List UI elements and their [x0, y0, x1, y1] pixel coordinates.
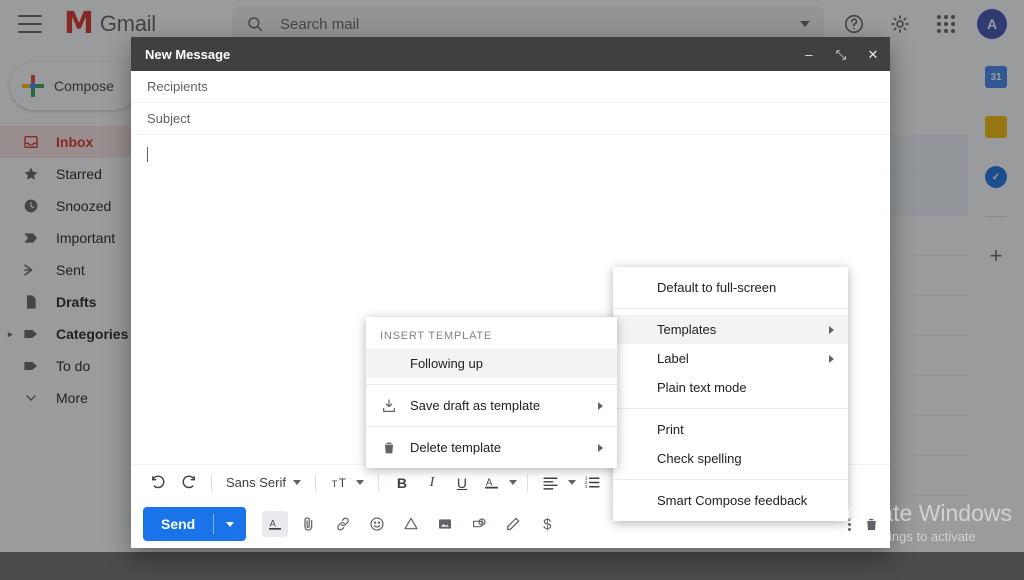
menu-item-templates[interactable]: Templates: [613, 315, 848, 344]
menu-item-label: Print: [657, 422, 684, 437]
menu-item-plain-text-mode[interactable]: Plain text mode: [613, 373, 848, 402]
send-options-button[interactable]: [214, 521, 246, 527]
submenu-arrow-icon: [598, 401, 603, 410]
chevron-down-icon: [292, 480, 301, 485]
subject-placeholder: Subject: [147, 111, 191, 126]
italic-button[interactable]: I: [419, 469, 445, 497]
menu-item-print[interactable]: Print: [613, 415, 848, 444]
chevron-down-icon[interactable]: [508, 480, 517, 485]
text-cursor: [147, 147, 148, 162]
submenu-arrow-icon: [829, 325, 834, 334]
divider: [366, 426, 617, 427]
gmail-screen: M Gmail Search mail A Compose Inbox Star…: [0, 0, 1024, 580]
svg-text:A: A: [486, 477, 493, 488]
insert-signature-icon[interactable]: [500, 511, 526, 537]
formatting-options-icon[interactable]: A: [262, 511, 289, 537]
compose-footer-right: [848, 516, 880, 533]
svg-text:T: T: [332, 479, 338, 489]
submenu-arrow-icon: [829, 354, 834, 363]
menu-item-check-spelling[interactable]: Check spelling: [613, 444, 848, 473]
chevron-down-icon: [226, 521, 235, 527]
menu-item-label: Check spelling: [657, 451, 742, 466]
svg-text:A: A: [270, 519, 277, 529]
divider: [314, 473, 316, 492]
insert-emoji-icon[interactable]: [364, 511, 390, 537]
menu-item-label: Smart Compose feedback: [657, 493, 808, 508]
minimize-button[interactable]: –: [802, 47, 816, 61]
bold-button[interactable]: B: [389, 469, 415, 497]
send-button[interactable]: Send: [143, 507, 247, 541]
font-size-selector[interactable]: TT: [326, 474, 368, 491]
compose-title: New Message: [145, 46, 231, 62]
menu-item-label: Delete template: [410, 440, 502, 455]
svg-text:T: T: [339, 476, 347, 490]
template-following-up[interactable]: Following up: [366, 349, 617, 378]
send-button-label: Send: [161, 516, 196, 532]
insert-money-icon[interactable]: $: [534, 511, 560, 537]
templates-submenu: INSERT TEMPLATE Following up Save draft …: [366, 317, 617, 468]
kebab-more-options-icon[interactable]: [848, 517, 851, 531]
compose-more-options-menu: Default to full-screen Templates Label P…: [613, 267, 848, 521]
subject-field[interactable]: Subject: [131, 103, 890, 135]
undo-button[interactable]: [145, 469, 171, 497]
google-drive-icon[interactable]: [398, 511, 424, 537]
menu-item-label: Following up: [410, 356, 483, 371]
divider: [613, 308, 848, 309]
divider: [613, 408, 848, 409]
divider: [211, 473, 212, 492]
font-family-selector[interactable]: Sans Serif: [222, 475, 305, 490]
recipients-placeholder: Recipients: [147, 79, 208, 94]
menu-item-label: Default to full-screen: [657, 280, 777, 295]
menu-item-label: Templates: [657, 322, 717, 337]
confidential-mode-icon[interactable]: [466, 511, 492, 537]
font-family-label: Sans Serif: [226, 475, 286, 490]
divider: [366, 384, 617, 385]
insert-link-icon[interactable]: [330, 511, 356, 537]
exit-full-screen-button[interactable]: ⤡: [834, 47, 848, 61]
numbered-list-button[interactable]: 123: [580, 469, 606, 497]
chevron-down-icon[interactable]: [567, 480, 576, 485]
redo-button[interactable]: [175, 469, 201, 497]
submenu-arrow-icon: [598, 443, 603, 452]
divider: [613, 479, 848, 480]
divider: [377, 473, 379, 492]
menu-item-label: Plain text mode: [657, 380, 747, 395]
underline-button[interactable]: U: [449, 469, 475, 497]
menu-item-label: Label: [657, 351, 689, 366]
menu-item-delete-template[interactable]: Delete template: [366, 433, 617, 462]
compose-window-buttons: – ⤡ ✕: [802, 47, 880, 61]
menu-item-label: Save draft as template: [410, 398, 541, 413]
trash-discard-draft-icon[interactable]: [863, 516, 880, 533]
trash-icon: [380, 439, 397, 456]
save-download-icon: [380, 397, 397, 414]
insert-template-section-title: INSERT TEMPLATE: [380, 330, 493, 342]
recipients-field[interactable]: Recipients: [131, 71, 890, 103]
text-color-button[interactable]: A: [479, 469, 505, 497]
close-compose-button[interactable]: ✕: [866, 47, 880, 61]
insert-photo-icon[interactable]: [432, 511, 458, 537]
attach-file-icon[interactable]: [296, 511, 322, 537]
chevron-down-icon: [355, 480, 364, 485]
align-button[interactable]: [538, 469, 564, 497]
menu-item-default-full-screen[interactable]: Default to full-screen: [613, 273, 848, 302]
menu-item-label[interactable]: Label: [613, 344, 848, 373]
divider: [526, 473, 528, 492]
menu-item-save-draft-as-template[interactable]: Save draft as template: [366, 391, 617, 420]
compose-window-header[interactable]: New Message – ⤡ ✕: [131, 37, 890, 71]
compose-footer-icons: A $: [262, 511, 560, 537]
svg-text:3: 3: [585, 484, 588, 490]
menu-item-smart-compose-feedback[interactable]: Smart Compose feedback: [613, 486, 848, 515]
